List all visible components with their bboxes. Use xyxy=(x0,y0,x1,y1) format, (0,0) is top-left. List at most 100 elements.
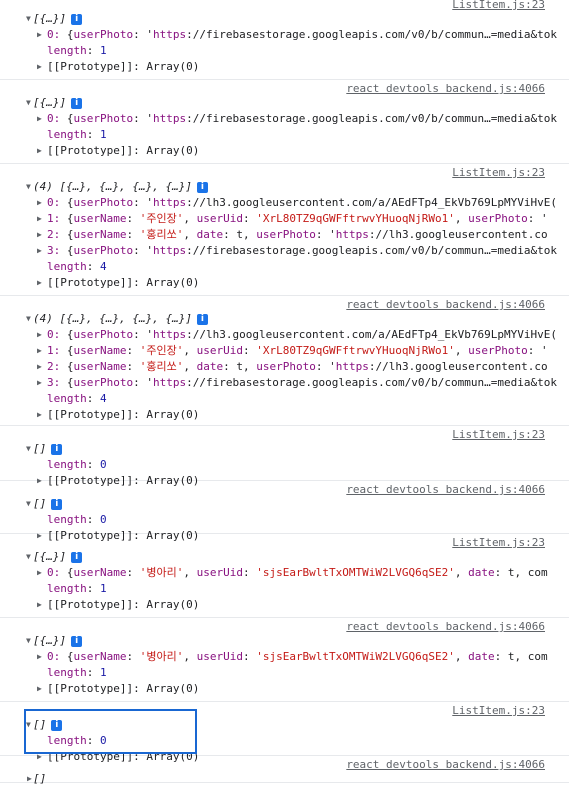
expand-triangle-icon[interactable]: ▶ xyxy=(37,375,42,391)
expand-triangle-icon[interactable]: ▼ xyxy=(26,311,31,327)
array-header-row[interactable]: ▼ [{…}] i xyxy=(0,633,83,649)
prototype-row[interactable]: ▶ [[Prototype]]: Array(0) xyxy=(0,681,569,697)
prototype-row[interactable]: ▶ [[Prototype]]: Array(0) xyxy=(0,59,569,75)
array-item-row[interactable]: ▶ 2: {userName: '홍리쏘', date: t, userPhoto… xyxy=(0,227,569,243)
property-key: userPhoto xyxy=(73,112,134,125)
prototype-text: [[Prototype]]: Array(0) xyxy=(47,276,200,289)
expand-triangle-icon[interactable]: ▶ xyxy=(37,243,42,259)
source-link[interactable]: ListItem.js:23 xyxy=(452,704,545,718)
array-item-row[interactable]: ▶ 1: {userName: '주인장', userUid: 'XrL80TZ9… xyxy=(0,343,569,359)
array-item-row[interactable]: ▶ 0: {userPhoto: 'https://firebasestorage… xyxy=(0,27,569,43)
expand-triangle-icon[interactable]: ▼ xyxy=(26,496,31,512)
expand-triangle-icon[interactable]: ▼ xyxy=(26,179,31,195)
source-link[interactable]: ListItem.js:23 xyxy=(452,166,545,180)
prototype-row[interactable]: ▶ [[Prototype]]: Array(0) xyxy=(0,407,569,423)
source-link[interactable]: react devtools backend.js:4066 xyxy=(346,298,545,312)
expand-triangle-icon[interactable]: ▼ xyxy=(26,633,31,649)
prototype-row[interactable]: ▶ [[Prototype]]: Array(0) xyxy=(0,275,569,291)
array-item-row[interactable]: ▶ 0: {userPhoto: 'https://lh3.googleuserc… xyxy=(0,195,569,211)
array-header-row[interactable]: ▼[] i xyxy=(0,441,63,457)
array-item-row[interactable]: ▶ 3: {userPhoto: 'https://firebasestorage… xyxy=(0,243,569,259)
property-key: userPhoto xyxy=(256,360,316,373)
expand-triangle-icon[interactable]: ▶ xyxy=(37,111,42,127)
property-key: userPhoto xyxy=(468,344,528,357)
array-item-body: 0: {userName: '병아리', userUid: 'sjsEarBwl… xyxy=(47,566,548,579)
info-icon[interactable]: i xyxy=(71,98,83,109)
expand-triangle-icon[interactable]: ▶ xyxy=(37,327,42,343)
info-icon[interactable]: i xyxy=(71,14,83,25)
expand-triangle-icon[interactable]: ▶ xyxy=(37,343,42,359)
expand-triangle-icon[interactable]: ▶ xyxy=(37,649,42,665)
length-key: length xyxy=(47,666,87,679)
array-item-row[interactable]: ▶ 0: {userName: '병아리', userUid: 'sjsEarBw… xyxy=(0,649,569,665)
expand-triangle-icon[interactable]: ▶ xyxy=(37,597,42,613)
prototype-row[interactable]: ▶ [[Prototype]]: Array(0) xyxy=(0,597,569,613)
value-text: : ' xyxy=(315,228,336,241)
array-item-row[interactable]: ▶ 1: {userName: '주인장', userUid: 'XrL80TZ9… xyxy=(0,211,569,227)
array-item-row[interactable]: ▶ 2: {userName: '홍리쏘', date: t, userPhoto… xyxy=(0,359,569,375)
expand-triangle-icon[interactable]: ▶ xyxy=(37,275,42,291)
expand-triangle-icon[interactable]: ▶ xyxy=(37,227,42,243)
info-icon[interactable]: i xyxy=(196,182,208,193)
array-item-row[interactable]: ▶ 0: {userName: '병아리', userUid: 'sjsEarBw… xyxy=(0,565,569,581)
expand-triangle-icon[interactable]: ▶ xyxy=(37,407,42,423)
expand-triangle-icon[interactable]: ▶ xyxy=(37,195,42,211)
source-link[interactable]: react devtools backend.js:4066 xyxy=(346,758,545,772)
value-text: , xyxy=(183,228,197,241)
array-header-row[interactable]: ▼ [{…}] i xyxy=(0,549,83,565)
array-header-row[interactable]: ▼ [{…}] i xyxy=(0,95,83,111)
expand-triangle-icon[interactable]: ▶ xyxy=(37,681,42,697)
property-key: https xyxy=(152,196,187,209)
info-icon[interactable]: i xyxy=(71,552,83,563)
info-icon[interactable]: i xyxy=(196,314,208,325)
array-item-row[interactable]: ▶ 0: {userPhoto: 'https://firebasestorage… xyxy=(0,111,569,127)
string-value: '병아리' xyxy=(139,566,184,579)
array-header-row[interactable]: ▼ (4) [{…}, {…}, {…}, {…}] i xyxy=(0,311,208,327)
property-key: date xyxy=(468,566,495,579)
expand-triangle-icon[interactable]: ▼ xyxy=(26,11,31,27)
expand-triangle-icon[interactable]: ▶ xyxy=(37,143,42,159)
array-item-body: 3: {userPhoto: 'https://firebasestorage.… xyxy=(47,376,557,389)
expand-triangle-icon[interactable]: ▼ xyxy=(26,95,31,111)
info-icon[interactable]: i xyxy=(71,636,83,647)
array-item-row[interactable]: ▶ 0: {userPhoto: 'https://lh3.googleuserc… xyxy=(0,327,569,343)
expand-triangle-icon[interactable]: ▶ xyxy=(37,565,42,581)
source-link[interactable]: ListItem.js:23 xyxy=(452,536,545,550)
console-message: react devtools backend.js:4066 ▶[] xyxy=(0,758,569,785)
property-key: userName xyxy=(73,566,127,579)
value-text: : t, xyxy=(223,360,257,373)
expand-triangle-icon[interactable]: ▶ xyxy=(37,27,42,43)
info-icon[interactable]: i xyxy=(51,499,63,510)
source-link[interactable]: react devtools backend.js:4066 xyxy=(346,82,545,96)
array-header-row[interactable]: ▼ (4) [{…}, {…}, {…}, {…}] i xyxy=(0,179,208,195)
prototype-row[interactable]: ▶ [[Prototype]]: Array(0) xyxy=(0,143,569,159)
array-preview: [{…}] xyxy=(33,96,67,109)
value-text: ://firebasestorage.googleapis.com/v0/b/c… xyxy=(186,376,557,389)
length-row: length: 1 xyxy=(0,127,569,143)
array-header-row[interactable]: ▼[] i xyxy=(0,496,63,512)
length-key: length xyxy=(47,260,87,273)
expand-triangle-icon[interactable]: ▶ xyxy=(37,59,42,75)
source-link[interactable]: react devtools backend.js:4066 xyxy=(346,483,545,497)
console-message: ListItem.js:23 ▼ [{…}] i ▶ 0: {userPhoto: 'ht… xyxy=(0,0,569,80)
array-header-row[interactable]: ▼ [{…}] i xyxy=(0,11,83,27)
array-header-row[interactable]: ▶[] xyxy=(0,771,46,787)
expand-triangle-icon[interactable]: ▶ xyxy=(37,359,42,375)
expand-triangle-icon[interactable]: ▼ xyxy=(26,441,31,457)
array-item-row[interactable]: ▶ 3: {userPhoto: 'https://firebasestorage… xyxy=(0,375,569,391)
value-text: { xyxy=(66,376,74,389)
array-item-body: 3: {userPhoto: 'https://firebasestorage.… xyxy=(47,244,557,257)
collapse-triangle-icon[interactable]: ▶ xyxy=(27,771,32,787)
property-key: https xyxy=(152,328,187,341)
property-key: date xyxy=(196,228,224,241)
value-text: , xyxy=(454,566,469,579)
info-icon[interactable]: i xyxy=(51,444,63,455)
expand-triangle-icon[interactable]: ▼ xyxy=(26,549,31,565)
source-link[interactable]: react devtools backend.js:4066 xyxy=(346,620,545,634)
expand-triangle-icon[interactable]: ▶ xyxy=(37,211,42,227)
source-link[interactable]: ListItem.js:23 xyxy=(452,428,545,442)
value-text: : xyxy=(242,212,257,225)
source-link[interactable]: ListItem.js:23 xyxy=(452,0,545,12)
console-message: react devtools backend.js:4066 ▼[] i length… xyxy=(0,483,569,542)
value-text: , xyxy=(454,650,469,663)
